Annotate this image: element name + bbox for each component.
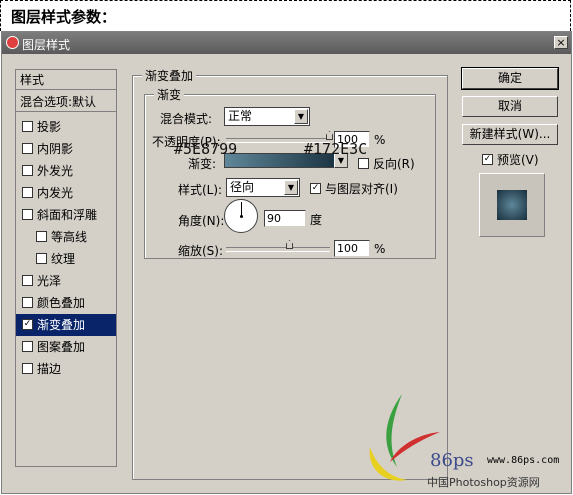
layer-style-dialog: 图层样式 × 样式 混合选项:默认 投影内阴影外发光内发光斜面和浮雕等高线纹理光…: [1, 31, 572, 494]
style-item[interactable]: 内发光: [16, 182, 116, 204]
style-label: 样式(L):: [178, 183, 223, 197]
angle-label: 角度(N):: [178, 214, 225, 228]
watermark-brand: 86ps: [430, 450, 474, 471]
style-item-checkbox[interactable]: [22, 275, 33, 286]
style-item[interactable]: 等高线: [16, 226, 116, 248]
style-item-label: 描边: [37, 362, 62, 376]
style-item[interactable]: 描边: [16, 358, 116, 380]
style-item[interactable]: 图案叠加: [16, 336, 116, 358]
reverse-label: 反向(R): [373, 157, 415, 171]
gradient-overlay-title: 渐变叠加: [142, 67, 197, 84]
style-item[interactable]: 外发光: [16, 160, 116, 182]
style-item[interactable]: 光泽: [16, 270, 116, 292]
style-item-label: 等高线: [51, 230, 88, 244]
style-item-label: 内阴影: [37, 142, 74, 156]
style-item-checkbox[interactable]: [22, 363, 33, 374]
styles-list: 样式 混合选项:默认 投影内阴影外发光内发光斜面和浮雕等高线纹理光泽颜色叠加 ✓ 渐…: [15, 69, 117, 467]
page-title: 图层样式参数：: [11, 8, 117, 26]
style-item[interactable]: ✓ 渐变叠加: [16, 314, 116, 336]
style-item-label: 斜面和浮雕: [37, 208, 98, 222]
angle-dial-center: [240, 215, 243, 218]
watermark-logo: [362, 392, 457, 487]
blending-options-item[interactable]: 混合选项:默认: [16, 92, 116, 112]
dialog-titlebar[interactable]: 图层样式 ×: [2, 32, 571, 54]
ok-button[interactable]: 确定: [462, 68, 558, 89]
dialog-title: 图层样式: [22, 38, 71, 52]
start-color-annotation: #5E8799: [174, 140, 238, 158]
preview-label: 预览(V): [497, 153, 539, 167]
style-item-checkbox[interactable]: [22, 187, 33, 198]
scale-label: 缩放(S):: [178, 244, 224, 258]
scale-slider-track[interactable]: [226, 247, 330, 252]
style-item[interactable]: 纹理: [16, 248, 116, 270]
style-preview-box: [479, 173, 545, 237]
opacity-unit: %: [374, 133, 386, 147]
style-preview-swatch: [497, 190, 527, 220]
style-item[interactable]: 斜面和浮雕: [16, 204, 116, 226]
end-color-annotation: #172E3C: [304, 140, 368, 158]
cancel-button[interactable]: 取消: [462, 96, 558, 117]
style-item-label: 图案叠加: [37, 340, 86, 354]
style-item-checkbox[interactable]: [22, 165, 33, 176]
align-with-layer-checkbox[interactable]: ✓ 与图层对齐(I): [310, 180, 398, 197]
close-button[interactable]: ×: [554, 36, 568, 49]
style-item-checkbox[interactable]: [22, 341, 33, 352]
style-item-label: 光泽: [37, 274, 62, 288]
scale-input[interactable]: 100: [334, 240, 370, 257]
photoshop-app-icon: [6, 36, 19, 49]
styles-list-heading[interactable]: 样式: [16, 70, 116, 90]
blend-mode-value: 正常: [228, 109, 253, 123]
preview-checkbox[interactable]: ✓ 预览(V): [482, 151, 539, 168]
angle-dial[interactable]: [224, 199, 258, 233]
gradient-style-value: 径向: [230, 180, 255, 194]
blend-mode-select[interactable]: 正常 ▼: [224, 107, 310, 126]
gradient-style-select[interactable]: 径向 ▼: [226, 178, 300, 197]
align-checkbox-box[interactable]: ✓: [310, 183, 321, 194]
style-item[interactable]: 投影: [16, 116, 116, 138]
preview-checkbox-box[interactable]: ✓: [482, 154, 493, 165]
style-item-checkbox[interactable]: [22, 121, 33, 132]
angle-input[interactable]: 90: [264, 210, 306, 227]
style-item-checkbox[interactable]: [36, 253, 47, 264]
style-item[interactable]: 颜色叠加: [16, 292, 116, 314]
watermark-url: www.86ps.com: [487, 455, 560, 466]
style-item-label: 渐变叠加: [37, 318, 86, 332]
style-item-label: 外发光: [37, 164, 74, 178]
watermark-swoosh-icon: [369, 394, 440, 481]
chevron-down-icon: ▼: [284, 180, 298, 195]
gradient-group-title: 渐变: [154, 86, 185, 103]
chevron-down-icon: ▼: [294, 109, 308, 124]
new-style-button[interactable]: 新建样式(W)...: [462, 124, 558, 145]
style-item[interactable]: 内阴影: [16, 138, 116, 160]
align-label: 与图层对齐(I): [325, 182, 398, 196]
style-item-label: 纹理: [51, 252, 76, 266]
blend-mode-label: 混合模式:: [160, 112, 213, 126]
style-item-label: 内发光: [37, 186, 74, 200]
style-item-checkbox[interactable]: [22, 209, 33, 220]
style-item-checkbox[interactable]: [22, 143, 33, 154]
page-header: 图层样式参数：: [0, 0, 571, 31]
style-item-label: 投影: [37, 120, 62, 134]
reverse-checkbox-box[interactable]: [358, 158, 369, 169]
angle-dial-needle: [241, 202, 242, 216]
scale-unit: %: [374, 242, 386, 256]
style-item-label: 颜色叠加: [37, 296, 86, 310]
watermark-caption: 中国Photoshop资源网: [427, 476, 540, 489]
style-item-checkbox[interactable]: [22, 297, 33, 308]
style-item-checkbox[interactable]: ✓: [22, 319, 33, 330]
style-item-checkbox[interactable]: [36, 231, 47, 242]
angle-unit: 度: [310, 213, 323, 227]
